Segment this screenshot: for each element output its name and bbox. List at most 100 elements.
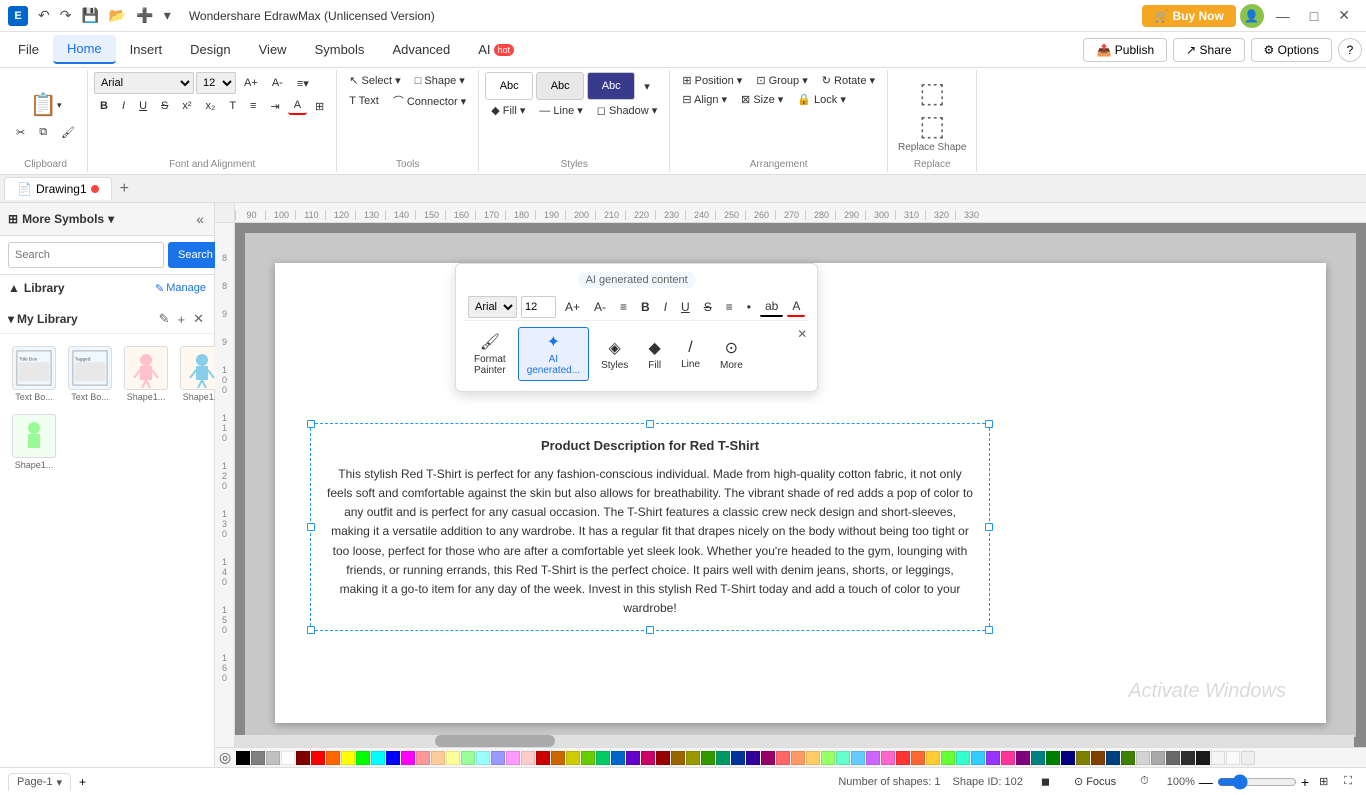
handle-bottom-right[interactable] [985,626,993,634]
color-swatch[interactable] [1001,751,1015,765]
color-swatch[interactable] [956,751,970,765]
font-increase-button[interactable]: A+ [238,75,264,91]
menu-ai[interactable]: AI hot [464,36,528,63]
color-swatch[interactable] [671,751,685,765]
color-swatch[interactable] [476,751,490,765]
color-swatch[interactable] [446,751,460,765]
shadow-button[interactable]: ◻ Shadow ▾ [591,102,664,119]
copy-button[interactable]: ⧉ [33,124,53,141]
menu-file[interactable]: File [4,36,53,63]
styles-tool-button[interactable]: ◈ Styles [593,334,636,375]
search-input[interactable] [8,242,164,268]
library-title[interactable]: ▲ Library [8,281,65,295]
lock-button[interactable]: 🔒 Lock ▾ [791,91,852,108]
color-swatch[interactable] [656,751,670,765]
ai-text-color-btn[interactable]: A [787,297,805,317]
style-preview-2[interactable]: Abc [536,72,584,100]
sidebar-collapse-button[interactable]: « [194,209,206,229]
color-swatch[interactable] [941,751,955,765]
color-swatch[interactable] [581,751,595,765]
color-swatch[interactable] [281,751,295,765]
color-swatch[interactable] [251,751,265,765]
options-button[interactable]: ⚙ Options [1251,38,1332,62]
color-swatch[interactable] [236,751,250,765]
menu-view[interactable]: View [245,36,301,63]
ai-list-btn[interactable]: ≡ [721,298,738,316]
color-swatch[interactable] [641,751,655,765]
connector-button[interactable]: ⌒ Connector ▾ [387,91,472,111]
cut-button[interactable]: ✂ [10,124,31,141]
color-swatch[interactable] [266,751,280,765]
rotate-button[interactable]: ↻ Rotate ▾ [816,72,881,89]
color-swatch[interactable] [491,751,505,765]
zoom-slider[interactable] [1217,774,1297,790]
color-swatch[interactable] [521,751,535,765]
color-swatch[interactable] [1211,751,1225,765]
palette-fill-icon[interactable]: ◎ [219,749,231,766]
underline-button[interactable]: U [133,98,153,114]
text-align-button[interactable]: ≡▾ [291,75,315,92]
handle-top-left[interactable] [307,420,315,428]
more-tool-button[interactable]: ⊙ More [712,334,751,375]
ai-bullet-btn[interactable]: • [742,298,756,316]
handle-top-middle[interactable] [646,420,654,428]
list-button[interactable]: ≡ [244,98,262,114]
align-button[interactable]: ⊟ Align ▾ [676,91,733,108]
layers-button[interactable]: ◼ [1035,773,1056,790]
fullscreen-button[interactable]: ⛶ [1338,773,1358,790]
buy-now-button[interactable]: 🛒 Buy Now [1142,5,1236,27]
handle-top-right[interactable] [985,420,993,428]
color-swatch[interactable] [731,751,745,765]
share-button[interactable]: ↗ Share [1173,38,1244,62]
color-swatch[interactable] [761,751,775,765]
add-tab-button[interactable]: + [114,178,135,200]
drawing-canvas[interactable]: AI generated content Arial A+ A- ≡ B I U… [275,263,1326,723]
clock-button[interactable]: ⏱ [1134,773,1155,790]
open-button[interactable]: 📂 [105,5,130,26]
color-swatch[interactable] [536,751,550,765]
color-swatch[interactable] [1061,751,1075,765]
color-swatch[interactable] [341,751,355,765]
color-swatch[interactable] [881,751,895,765]
shape-button[interactable]: □ Shape ▾ [409,72,471,89]
fill-button[interactable]: ◆ Fill ▾ [485,102,531,119]
list-item[interactable]: Tagged Text Bo... [64,342,116,406]
color-swatch[interactable] [986,751,1000,765]
color-swatch[interactable] [401,751,415,765]
add-library-button[interactable]: + [176,309,188,329]
ai-bold-btn[interactable]: B [636,298,655,316]
color-swatch[interactable] [701,751,715,765]
group-button[interactable]: ⊡ Group ▾ [750,72,813,89]
color-swatch[interactable] [311,751,325,765]
color-swatch[interactable] [461,751,475,765]
italic-button[interactable]: I [116,98,131,114]
handle-bottom-middle[interactable] [646,626,654,634]
color-swatch[interactable] [506,751,520,765]
color-swatch[interactable] [896,751,910,765]
ai-font-size[interactable] [521,296,556,318]
color-swatch[interactable] [1241,751,1255,765]
color-swatch[interactable] [971,751,985,765]
text-box-selected[interactable]: Product Description for Red T-Shirt This… [310,423,990,631]
color-swatch[interactable] [626,751,640,765]
font-family-select[interactable]: Arial [94,72,194,94]
strikethrough-button[interactable]: S [155,98,174,114]
bold-button[interactable]: B [94,98,114,114]
color-swatch[interactable] [1136,751,1150,765]
color-swatch[interactable] [776,751,790,765]
color-swatch[interactable] [1196,751,1210,765]
format-painter-tool-button[interactable]: 🖌 Format Painter [466,328,514,380]
line-button[interactable]: — Line ▾ [533,102,588,119]
publish-button[interactable]: 📤 Publish [1083,38,1167,62]
handle-middle-left[interactable] [307,523,315,531]
color-swatch[interactable] [431,751,445,765]
color-swatch[interactable] [1151,751,1165,765]
edit-library-button[interactable]: ✎ [157,309,172,329]
menu-insert[interactable]: Insert [116,36,177,63]
close-button[interactable]: ✕ [1330,5,1358,26]
style-preview-1[interactable]: Abc [485,72,533,100]
color-swatch[interactable] [386,751,400,765]
minimize-button[interactable]: — [1268,6,1298,26]
scrollbar-thumb[interactable] [435,735,555,747]
color-swatch[interactable] [296,751,310,765]
